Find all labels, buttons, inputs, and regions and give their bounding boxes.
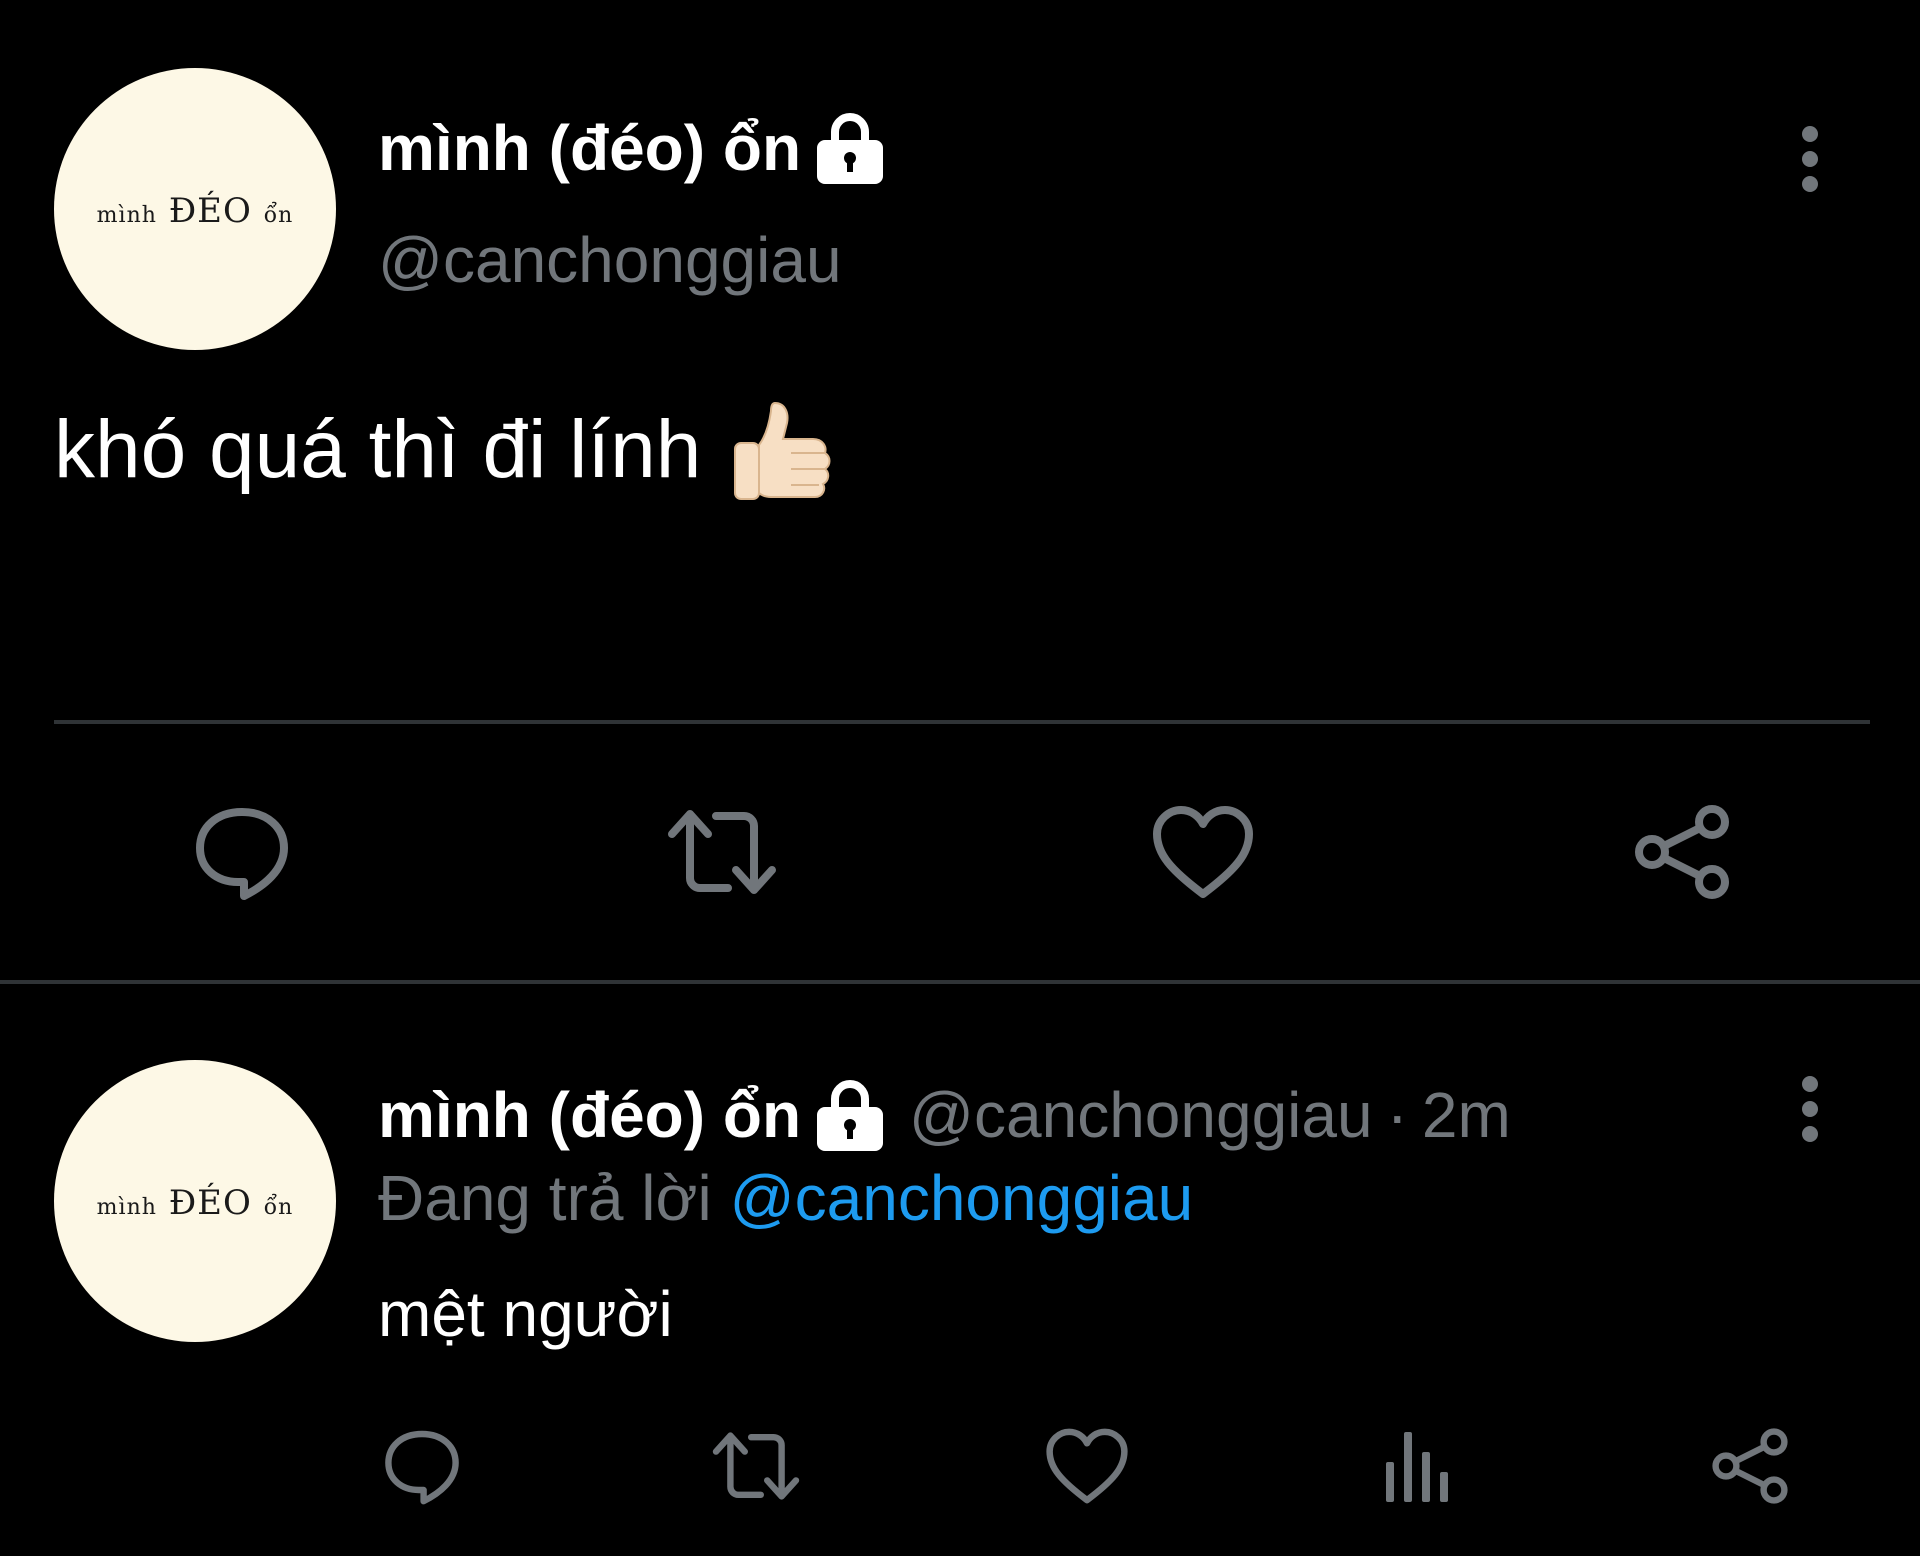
analytics-button[interactable]: [1376, 1424, 1460, 1508]
divider: [54, 720, 1870, 724]
like-button[interactable]: [1148, 800, 1258, 904]
reply-header: mình (đéo) ổn @canchonggiau · 2m: [378, 1077, 1511, 1153]
tweet-separator: [0, 980, 1920, 984]
tweet-text-content: khó quá thì đi lính: [54, 404, 702, 495]
thumbs-up-emoji-icon: [734, 401, 831, 500]
analytics-icon: [1386, 1432, 1448, 1502]
user-handle[interactable]: @canchonggiau: [909, 1077, 1373, 1153]
avatar-logo-text: mình ĐÉO ổn: [96, 1183, 294, 1223]
separator-dot: ·: [1386, 1079, 1408, 1151]
timestamp[interactable]: 2m: [1422, 1077, 1511, 1153]
replying-to-label: Đang trả lời: [378, 1162, 712, 1234]
retweet-button[interactable]: [660, 800, 784, 904]
display-name-text: mình (đéo) ổn: [378, 112, 802, 184]
share-icon: [1635, 805, 1729, 899]
avatar[interactable]: mình ĐÉO ổn: [54, 68, 336, 350]
tweet-text: mệt người: [378, 1278, 673, 1350]
more-options-icon[interactable]: [1795, 114, 1825, 204]
like-icon: [1153, 806, 1253, 898]
reply-icon: [385, 1430, 459, 1505]
share-button[interactable]: [1708, 1424, 1792, 1508]
avatar[interactable]: mình ĐÉO ổn: [54, 1060, 336, 1342]
like-button[interactable]: [1042, 1424, 1132, 1508]
mention-link[interactable]: @canchonggiau: [730, 1162, 1194, 1234]
lock-icon: [817, 1080, 884, 1151]
retweet-icon: [668, 810, 776, 894]
display-name[interactable]: mình (đéo) ổn: [378, 1077, 887, 1153]
lock-icon: [817, 113, 884, 184]
display-name-text: mình (đéo) ổn: [378, 1079, 802, 1151]
like-icon: [1046, 1428, 1128, 1504]
reply-icon: [196, 808, 288, 900]
tweet-text: khó quá thì đi lính: [54, 395, 837, 505]
display-name[interactable]: mình (đéo) ổn: [378, 110, 887, 186]
avatar-logo-text: mình ĐÉO ổn: [96, 191, 294, 231]
reply-button[interactable]: [380, 1424, 464, 1508]
user-handle[interactable]: @canchonggiau: [378, 222, 842, 298]
reply-button[interactable]: [190, 800, 294, 904]
retweet-icon: [712, 1432, 800, 1500]
more-options-icon[interactable]: [1795, 1064, 1825, 1154]
replying-to: Đang trả lời @canchonggiau: [378, 1160, 1193, 1236]
share-button[interactable]: [1630, 800, 1734, 904]
share-icon: [1712, 1428, 1788, 1504]
retweet-button[interactable]: [706, 1424, 806, 1508]
